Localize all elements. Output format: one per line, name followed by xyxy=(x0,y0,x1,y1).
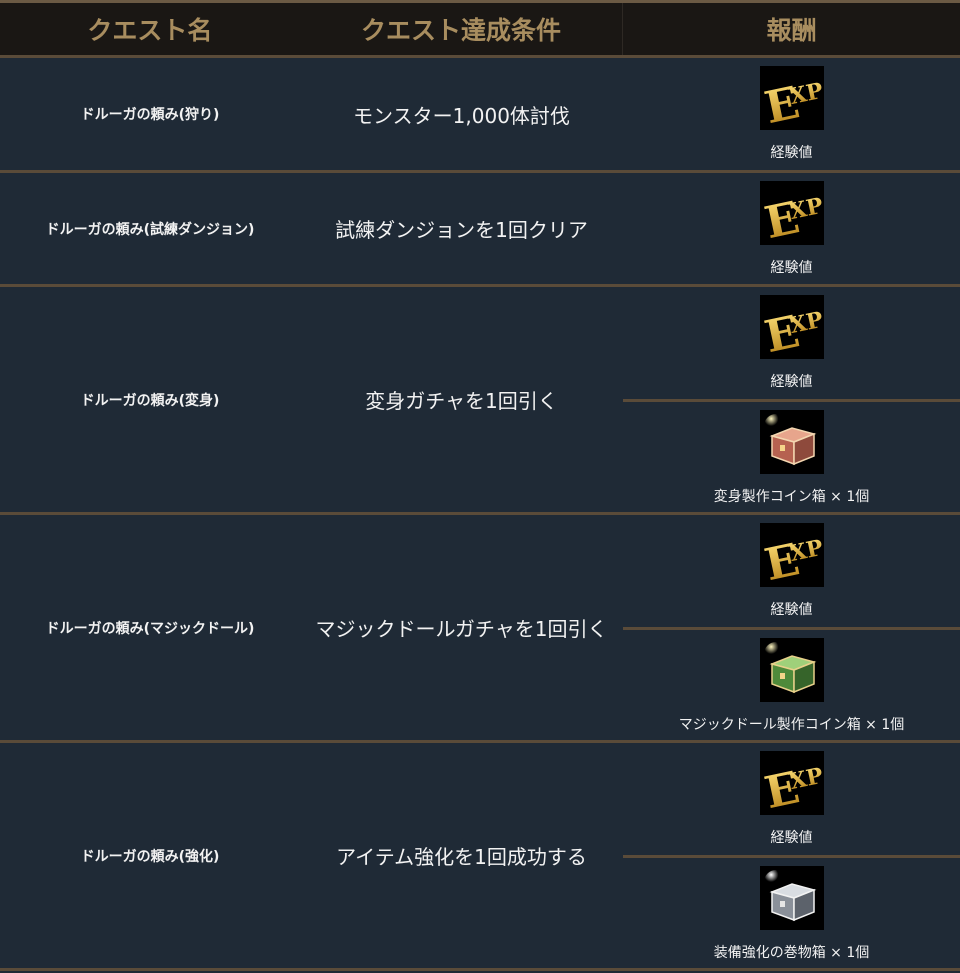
svg-text:XP: XP xyxy=(787,78,824,110)
reward-cell: E XP 経験値 xyxy=(623,58,960,170)
reward-label: 経験値 xyxy=(770,374,813,390)
reward-item: 装備強化の巻物箱 × 1個 xyxy=(623,855,960,968)
svg-text:XP: XP xyxy=(787,307,824,339)
reward-item: E XP 経験値 xyxy=(623,287,960,399)
reward-item: マジックドール製作コイン箱 × 1個 xyxy=(623,627,960,740)
reward-label: マジックドール製作コイン箱 × 1個 xyxy=(678,717,905,734)
quest-condition: マジックドールガチャを1回引く xyxy=(315,617,608,641)
quest-name: ドルーガの頼み(マジックドール) xyxy=(45,620,255,637)
quest-condition: 変身ガチャを1回引く xyxy=(365,389,558,413)
quest-name: ドルーガの頼み(試練ダンジョン) xyxy=(45,221,255,238)
exp-icon: E XP xyxy=(759,295,824,359)
quest-name: ドルーガの頼み(狩り) xyxy=(80,107,220,123)
reward-label: 装備強化の巻物箱 × 1個 xyxy=(713,945,870,962)
quest-condition: アイテム強化を1回成功する xyxy=(336,845,587,869)
reward-cell: E XP 経験値 装備強化の巻物箱 × 1個 xyxy=(623,743,960,968)
reward-label: 経験値 xyxy=(770,145,813,161)
reward-label: 経験値 xyxy=(770,830,813,846)
quest-condition: モンスター1,000体討伐 xyxy=(353,103,570,128)
reward-item: E XP 経験値 xyxy=(623,173,960,284)
table-row: ドルーガの頼み(狩り) モンスター1,000体討伐 E XP 経験値 xyxy=(0,58,960,173)
quest-condition: 試練ダンジョンを1回クリア xyxy=(335,218,588,242)
green-chest-icon xyxy=(759,638,824,703)
copper-chest-icon xyxy=(759,410,824,475)
table-row: ドルーガの頼み(試練ダンジョン) 試練ダンジョンを1回クリア E XP 経験値 xyxy=(0,173,960,287)
header-quest-condition: クエスト達成条件 xyxy=(361,16,562,45)
table-header: クエスト名 クエスト達成条件 報酬 xyxy=(0,0,960,58)
reward-label: 経験値 xyxy=(770,260,813,276)
quest-name: ドルーガの頼み(強化) xyxy=(80,848,220,865)
table-row: ドルーガの頼み(変身) 変身ガチャを1回引く E XP 経験値 変身製作コイン箱… xyxy=(0,287,960,515)
svg-text:XP: XP xyxy=(787,535,824,567)
header-quest-name: クエスト名 xyxy=(87,16,213,45)
quest-table: クエスト名 クエスト達成条件 報酬 ドルーガの頼み(狩り) モンスター1,000… xyxy=(0,0,960,971)
exp-icon: E XP xyxy=(759,523,824,587)
quest-name: ドルーガの頼み(変身) xyxy=(80,392,220,409)
svg-text:XP: XP xyxy=(787,763,824,795)
reward-cell: E XP 経験値 xyxy=(623,173,960,284)
exp-icon: E XP xyxy=(759,751,824,815)
reward-cell: E XP 経験値 変身製作コイン箱 × 1個 xyxy=(623,287,960,512)
table-row: ドルーガの頼み(強化) アイテム強化を1回成功する E XP 経験値 装備強化の… xyxy=(0,743,960,971)
table-row: ドルーガの頼み(マジックドール) マジックドールガチャを1回引く E XP 経験… xyxy=(0,515,960,743)
reward-label: 変身製作コイン箱 × 1個 xyxy=(713,489,870,506)
exp-icon: E XP xyxy=(759,66,824,130)
reward-cell: E XP 経験値 マジックドール製作コイン箱 × 1個 xyxy=(623,515,960,740)
reward-item: E XP 経験値 xyxy=(623,515,960,627)
svg-text:XP: XP xyxy=(787,193,824,225)
reward-label: 経験値 xyxy=(770,602,813,618)
reward-item: E XP 経験値 xyxy=(623,58,960,170)
silver-chest-icon xyxy=(759,866,824,931)
exp-icon: E XP xyxy=(759,181,824,245)
header-reward: 報酬 xyxy=(622,3,960,55)
reward-item: 変身製作コイン箱 × 1個 xyxy=(623,399,960,512)
reward-item: E XP 経験値 xyxy=(623,743,960,855)
